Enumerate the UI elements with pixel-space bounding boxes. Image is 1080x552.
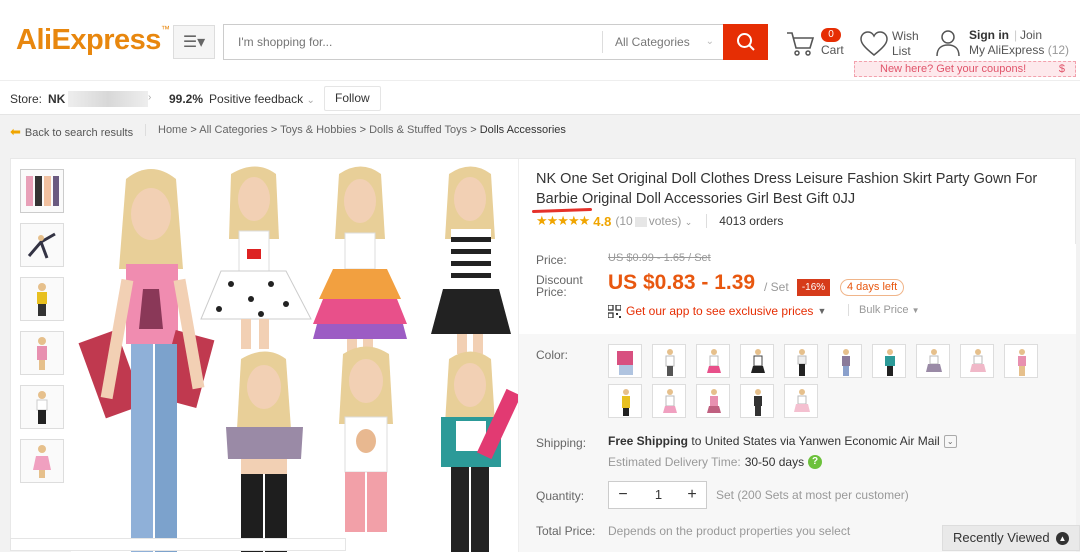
product-options: Color: Shipping: Free Shipping to United… — [519, 334, 1076, 552]
breadcrumb-current: Dolls Accessories — [479, 124, 566, 136]
color-swatch[interactable] — [740, 344, 774, 378]
breadcrumb-path: Home > All Categories > Toys & Hobbies >… — [145, 124, 566, 136]
days-left-badge: 4 days left — [840, 279, 905, 296]
recently-viewed-button[interactable]: Recently Viewed ▲ — [942, 525, 1080, 551]
cart-icon — [787, 32, 815, 56]
discount-price: US $0.83 - 1.39 — [608, 271, 756, 294]
color-swatch[interactable] — [696, 384, 730, 418]
cart-label: Cart — [821, 43, 844, 57]
chevron-down-icon[interactable]: ⌄ — [943, 434, 957, 448]
coupon-banner[interactable]: New here? Get your coupons! $ — [854, 61, 1076, 77]
back-to-search-link[interactable]: ⬅ Back to search results — [10, 124, 133, 140]
chevron-right-icon: › — [148, 92, 152, 103]
search-input[interactable] — [224, 25, 602, 59]
color-swatch[interactable] — [872, 344, 906, 378]
color-swatches — [608, 344, 1048, 424]
price-label: Price: — [536, 253, 567, 267]
color-swatch[interactable] — [784, 384, 818, 418]
chevron-up-icon: ▲ — [1056, 532, 1069, 545]
color-swatch[interactable] — [740, 384, 774, 418]
help-icon[interactable]: ? — [808, 455, 823, 469]
chevron-down-icon: ⌄ — [306, 95, 315, 106]
price-unit: / Set — [764, 280, 789, 294]
search-icon — [736, 33, 755, 51]
wish-list-button[interactable]: Wish List — [860, 26, 930, 66]
color-swatch[interactable] — [652, 384, 686, 418]
color-swatch[interactable] — [784, 344, 818, 378]
estimated-delivery: Estimated Delivery Time: 30-50 days ? — [608, 455, 823, 469]
category-select[interactable]: All Categories ⌄ — [602, 31, 724, 53]
color-swatch[interactable] — [608, 384, 642, 418]
product-thumbnail[interactable] — [20, 169, 64, 213]
store-name[interactable]: Store: NK — [10, 92, 65, 106]
thumbnail-list — [20, 169, 64, 493]
search-button[interactable] — [723, 24, 768, 60]
category-menu-button[interactable]: ☰▾ — [173, 25, 215, 59]
bulk-price-dropdown[interactable]: Bulk Price ▼ — [848, 304, 920, 316]
heart-icon — [860, 31, 888, 56]
original-price: US $0.99 - 1.65 / Set — [608, 252, 711, 264]
price-section: Price: US $0.99 - 1.65 / Set Discount Pr… — [519, 244, 1076, 334]
product-thumbnail[interactable] — [20, 385, 64, 429]
cart-count-badge: 0 — [821, 28, 841, 42]
quantity-note: Set (200 Sets at most per customer) — [716, 488, 909, 502]
rating-score: 4.8 — [593, 213, 612, 229]
color-swatch[interactable] — [916, 344, 950, 378]
my-aliexpress-link[interactable]: My AliExpress (12) — [969, 43, 1069, 57]
hamburger-icon: ☰▾ — [182, 34, 206, 51]
total-price-note: Depends on the product properties you se… — [608, 524, 851, 538]
orders-count: 4013 orders — [706, 214, 783, 228]
breadcrumb-item[interactable]: Dolls & Stuffed Toys — [369, 124, 467, 136]
quantity-increase-button[interactable]: + — [678, 482, 706, 508]
bottom-card-edge — [10, 538, 346, 551]
color-swatch[interactable] — [960, 344, 994, 378]
color-label: Color: — [536, 348, 569, 362]
votes-count[interactable]: (10 votes) ⌄ — [615, 214, 692, 228]
chevron-down-icon: ⌄ — [705, 36, 714, 47]
search-bar: All Categories ⌄ — [223, 24, 768, 60]
quantity-decrease-button[interactable]: − — [609, 482, 637, 508]
total-price-label: Total Price: — [536, 524, 596, 538]
shipping-label: Shipping: — [536, 436, 587, 450]
breadcrumb-item[interactable]: All Categories — [199, 124, 267, 136]
follow-button[interactable]: Follow — [324, 86, 381, 111]
product-thumbnail[interactable] — [20, 439, 64, 483]
product-info: NK One Set Original Doll Clothes Dress L… — [518, 159, 1076, 552]
quantity-stepper: − 1 + — [608, 481, 707, 509]
color-swatch[interactable] — [828, 344, 862, 378]
user-icon — [936, 30, 960, 57]
doll-collage-image — [78, 166, 518, 552]
product-panel: NK One Set Original Doll Clothes Dress L… — [10, 158, 1076, 552]
sign-in-link[interactable]: Sign in — [969, 28, 1009, 42]
quantity-label: Quantity: — [536, 489, 585, 503]
color-swatch[interactable] — [1004, 344, 1038, 378]
store-bar: Store: NK › 99.2% Positive feedback ⌄ Foll… — [0, 80, 1080, 115]
star-rating-icon[interactable]: ★★★★★ — [536, 213, 590, 229]
color-swatch[interactable] — [696, 344, 730, 378]
product-thumbnail[interactable] — [20, 223, 64, 267]
breadcrumb-item[interactable]: Toys & Hobbies — [280, 124, 356, 136]
product-title: NK One Set Original Doll Clothes Dress L… — [536, 171, 1038, 207]
product-thumbnail[interactable] — [20, 277, 64, 321]
main-product-image[interactable] — [71, 159, 518, 552]
arrow-left-icon: ⬅ — [10, 124, 21, 139]
store-name-redacted — [68, 91, 148, 107]
color-swatch[interactable] — [608, 344, 642, 378]
positive-feedback[interactable]: 99.2% Positive feedback ⌄ — [169, 92, 315, 106]
rating-row: ★★★★★ 4.8 (10 votes) ⌄ 4013 orders — [536, 212, 783, 230]
color-swatch[interactable] — [652, 344, 686, 378]
cart-button[interactable]: 0 Cart — [785, 26, 850, 62]
account-menu: Sign in | Join My AliExpress (12) — [935, 26, 1080, 66]
discount-badge: -16% — [797, 279, 830, 296]
qr-code-icon — [608, 304, 621, 318]
aliexpress-logo[interactable]: AliExpress™ — [16, 24, 170, 57]
breadcrumb-item[interactable]: Home — [158, 124, 187, 136]
quantity-input[interactable]: 1 — [637, 482, 680, 508]
join-link[interactable]: Join — [1020, 28, 1042, 42]
top-header: AliExpress™ ☰▾ All Categories ⌄ 0 Cart W… — [0, 0, 1080, 80]
breadcrumb: ⬅ Back to search results Home > All Categ… — [0, 116, 1080, 144]
app-exclusive-link[interactable]: Get our app to see exclusive prices ▼ — [608, 304, 826, 318]
shipping-info[interactable]: Free Shipping to United States via Yanwe… — [608, 434, 957, 448]
product-thumbnail[interactable] — [20, 331, 64, 375]
